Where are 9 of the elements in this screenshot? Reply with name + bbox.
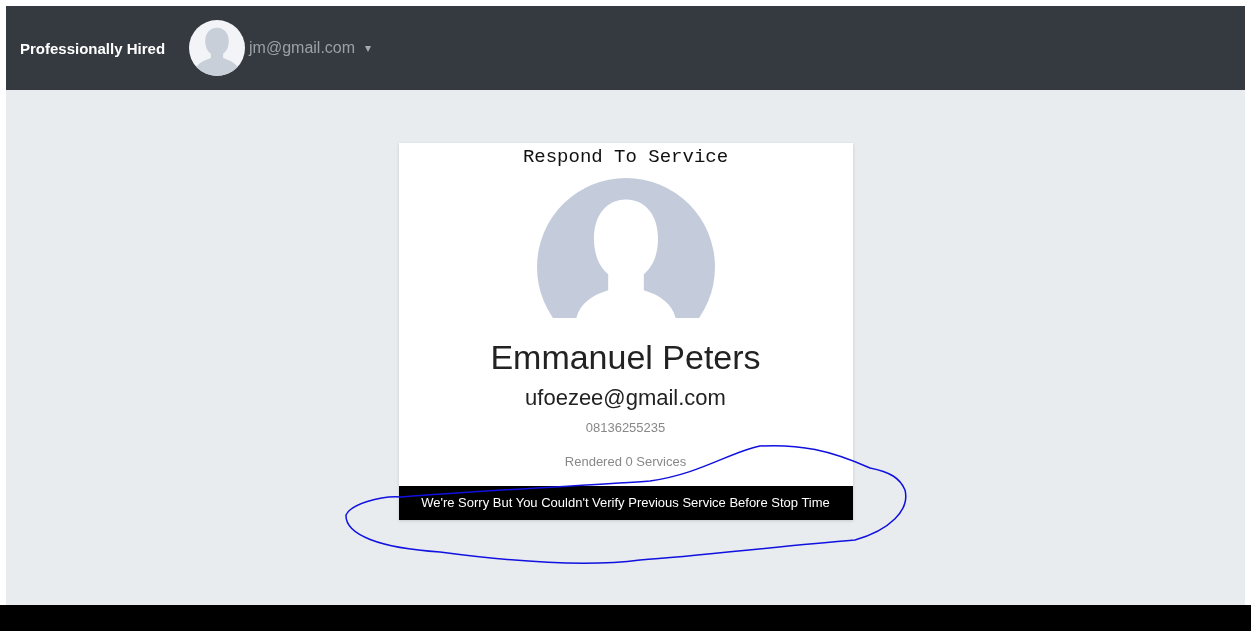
card-title: Respond To Service xyxy=(522,146,729,168)
profile-avatar-icon xyxy=(536,178,715,318)
profile-email: ufoezee@gmail.com xyxy=(525,385,726,411)
profile-phone: 08136255235 xyxy=(585,420,666,435)
brand-name[interactable]: Professionally Hired xyxy=(20,39,166,57)
services-count: Rendered 0 Services xyxy=(564,454,687,469)
profile-name: Emmanuel Peters xyxy=(490,338,761,377)
error-banner: We're Sorry But You Couldn't Verify Previous Service Before Stop Time xyxy=(398,486,853,520)
user-menu[interactable]: jm@gmail.com ▾ xyxy=(189,20,372,76)
